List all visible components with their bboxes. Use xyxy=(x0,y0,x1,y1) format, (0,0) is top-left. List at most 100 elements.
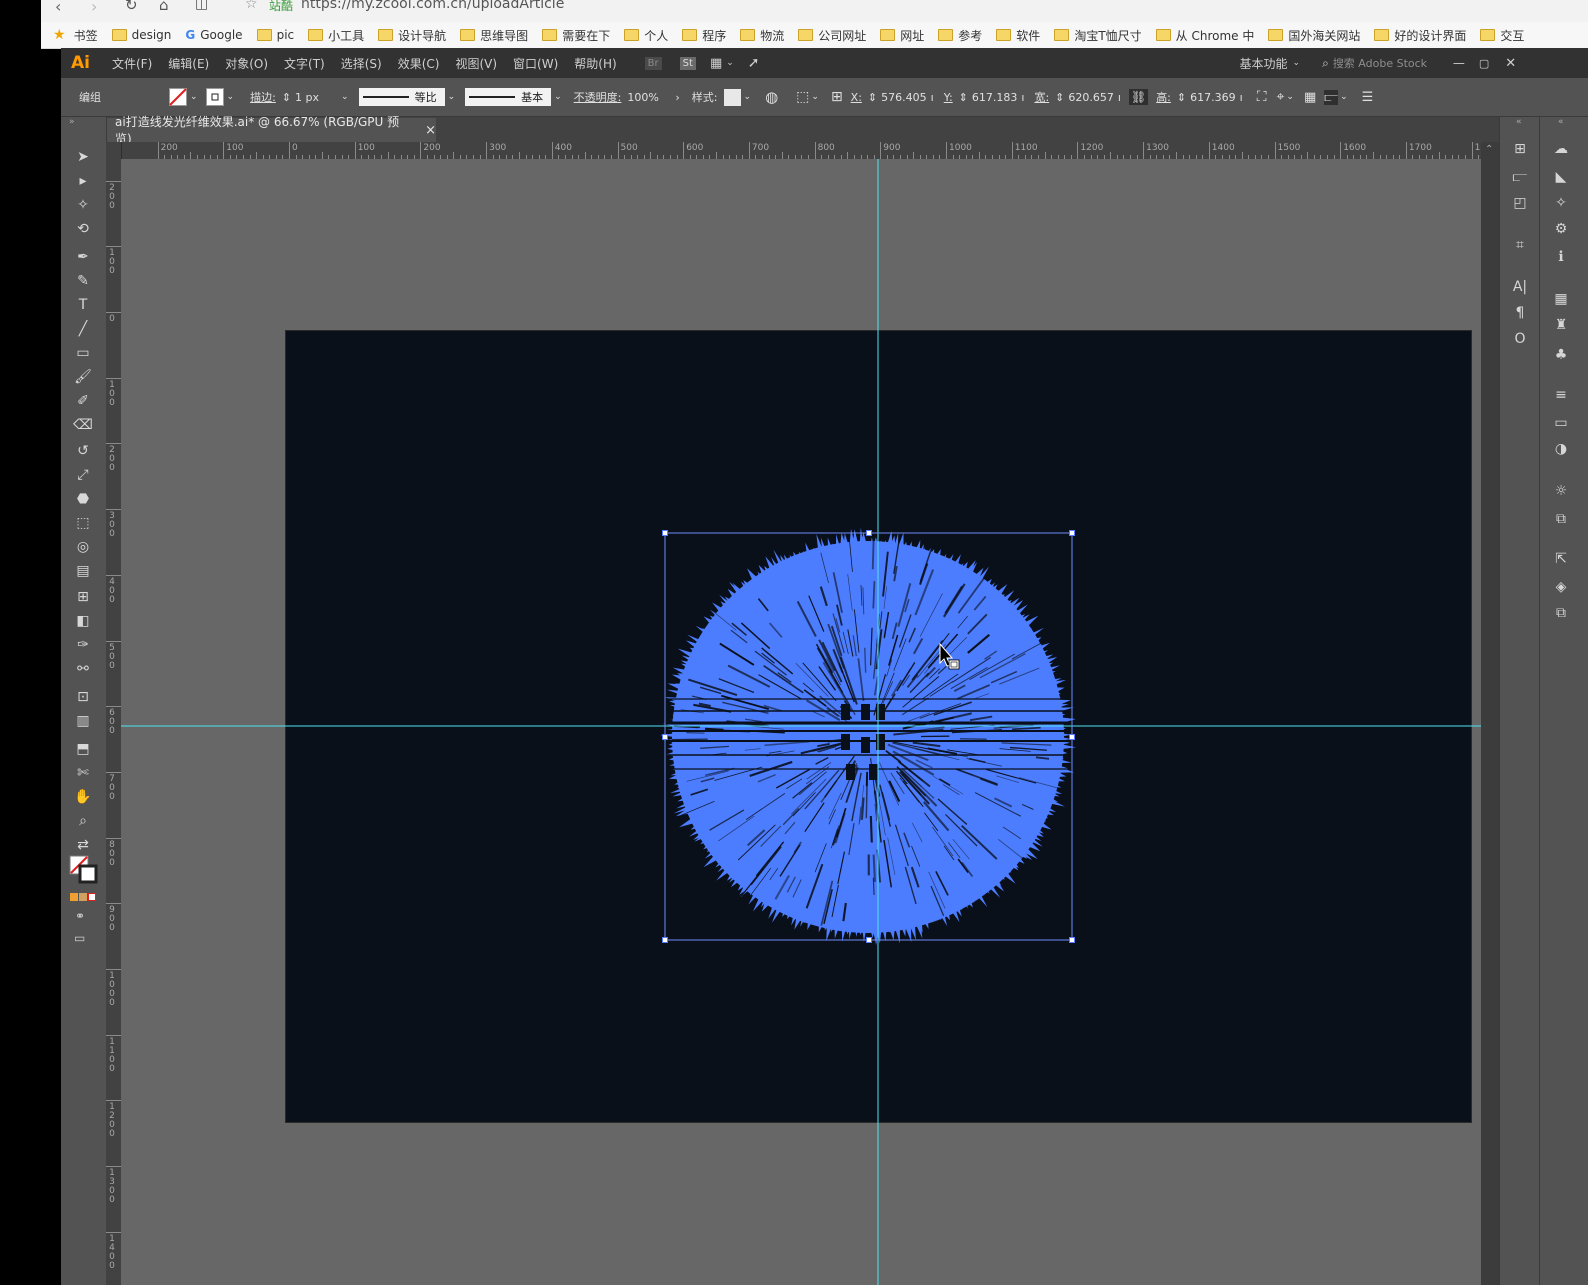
x-field[interactable]: 576.405 xyxy=(881,91,927,104)
paintbrush-tool-icon[interactable]: 🖌 xyxy=(72,367,94,387)
arrange-icon[interactable]: ▦ xyxy=(1304,90,1316,105)
close-tab-icon[interactable]: × xyxy=(425,123,436,138)
bookmark-item[interactable]: 个人 xyxy=(624,27,668,44)
swap-fill-stroke-icon[interactable]: ⇄ xyxy=(72,835,94,855)
forward-icon[interactable]: › xyxy=(91,0,97,16)
collapse-panel-icon[interactable]: « xyxy=(1558,117,1564,127)
shape-builder-tool-icon[interactable]: ◎ xyxy=(72,537,94,557)
fill-stroke-widget[interactable] xyxy=(69,855,98,884)
gradient-mode-icon[interactable] xyxy=(79,893,87,901)
column-graph-tool-icon[interactable]: ▥ xyxy=(72,711,94,731)
reload-icon[interactable]: ↻ xyxy=(125,0,138,14)
bookmark-item[interactable]: 从 Chrome 中 xyxy=(1155,27,1254,44)
resize-handle[interactable] xyxy=(662,734,668,740)
bookmark-item[interactable]: 参考 xyxy=(938,27,982,44)
stroke-swatch[interactable]: ⌄ xyxy=(205,88,234,106)
color-panel-icon[interactable]: ◣ xyxy=(1550,167,1572,187)
menu-item[interactable]: 帮助(H) xyxy=(574,55,616,72)
chevron-down-icon[interactable]: ⌄ xyxy=(811,92,819,102)
stroke-panel-icon[interactable]: ≡ xyxy=(1550,385,1572,405)
symbols-panel-icon[interactable]: ⚙ xyxy=(1550,219,1572,239)
gradient-panel-icon[interactable]: ▭ xyxy=(1550,413,1572,433)
selection-tool-icon[interactable]: ➤ xyxy=(72,147,94,167)
symbol-sprayer-tool-icon[interactable]: ⊡ xyxy=(72,687,94,707)
menu-item[interactable]: 文字(T) xyxy=(284,55,325,72)
back-icon[interactable]: ‹ xyxy=(55,0,61,16)
menu-item[interactable]: 窗口(W) xyxy=(513,55,558,72)
maximize-icon[interactable]: ▢ xyxy=(1479,57,1489,70)
bookmarks-label[interactable]: 书签 xyxy=(74,27,98,44)
vertical-ruler[interactable]: 200 100 0 100 200 300 400 500 600 700 800 900 1000 11… xyxy=(106,142,122,1285)
bookmark-item[interactable]: design xyxy=(111,27,171,44)
menu-item[interactable]: 对象(O) xyxy=(225,55,268,72)
stepper-icon[interactable]: ⇕ xyxy=(1055,91,1064,104)
slice-tool-icon[interactable]: ✄ xyxy=(72,763,94,783)
bridge-button[interactable]: Br xyxy=(644,56,662,70)
arrange-documents-icon[interactable]: ▦ xyxy=(710,56,722,71)
recolor-artwork-icon[interactable]: ◍ xyxy=(765,88,778,106)
reading-icon[interactable]: ◫ xyxy=(195,0,208,12)
symbols-library-icon[interactable]: ♣ xyxy=(1550,345,1572,365)
fill-swatch[interactable]: ⌄ xyxy=(169,88,198,106)
menu-item[interactable]: 效果(C) xyxy=(398,55,440,72)
rotate-tool-icon[interactable]: ↺ xyxy=(72,441,94,461)
url-text[interactable]: https://my.zcool.com.cn/uploadArticle xyxy=(301,0,564,12)
direct-selection-tool-icon[interactable]: ▸ xyxy=(72,171,94,191)
chevron-down-icon[interactable]: ⌄ xyxy=(190,92,198,102)
blob-brush-tool-icon[interactable]: ✐ xyxy=(72,391,94,411)
bookmark-item[interactable]: G Google xyxy=(185,27,242,44)
vertical-scrollbar[interactable]: ⌃ xyxy=(1481,142,1499,1285)
chevron-down-icon[interactable]: ⌄ xyxy=(1286,92,1294,102)
bookmark-item[interactable]: 国外海关网站 xyxy=(1268,27,1360,44)
chevron-down-icon[interactable]: ⌄ xyxy=(554,92,562,102)
transform-icon[interactable]: ⛶ xyxy=(1257,89,1267,105)
color-mode-icon[interactable] xyxy=(70,893,78,901)
resize-handle[interactable] xyxy=(662,530,668,536)
collapse-panel-icon[interactable]: » xyxy=(69,117,75,127)
brush-definition[interactable]: 基本 xyxy=(465,88,552,106)
navigator-panel-icon[interactable]: ⧉ xyxy=(1550,509,1572,529)
workspace-switcher[interactable]: 基本功能 xyxy=(1240,55,1288,72)
menu-item[interactable]: 文件(F) xyxy=(112,55,152,72)
pen-tool-icon[interactable]: ✒ xyxy=(72,247,94,267)
bookmark-item[interactable]: 交互 xyxy=(1480,27,1524,44)
bookmark-item[interactable]: 需要在下 xyxy=(542,27,610,44)
perspective-grid-tool-icon[interactable]: ▤ xyxy=(72,561,94,581)
draw-mode-icon[interactable]: ⚭ xyxy=(75,909,85,923)
resize-handle[interactable] xyxy=(866,937,872,943)
fiber-ball-artwork[interactable] xyxy=(659,527,1077,946)
zoom-tool-icon[interactable]: ⌕ xyxy=(72,811,94,831)
swatches-panel-icon[interactable]: ▦ xyxy=(1550,289,1572,309)
resize-handle[interactable] xyxy=(866,530,872,536)
menu-item[interactable]: 视图(V) xyxy=(455,55,497,72)
none-mode-icon[interactable] xyxy=(88,893,96,901)
bookmark-item[interactable]: pic xyxy=(256,27,294,44)
info-panel-icon[interactable]: ℹ xyxy=(1550,247,1572,267)
minimize-icon[interactable]: — xyxy=(1453,56,1465,70)
stepper-icon[interactable]: ⇕ xyxy=(282,91,291,104)
variable-width-profile[interactable]: 等比 xyxy=(358,88,445,106)
screen-mode-icon[interactable]: ▭ xyxy=(74,931,85,945)
type-tool-icon[interactable]: T xyxy=(72,295,94,315)
menu-item[interactable]: 选择(S) xyxy=(341,55,382,72)
chevron-down-icon[interactable]: ⌄ xyxy=(341,92,349,102)
chevron-down-icon[interactable]: ⌄ xyxy=(448,92,456,102)
bookmark-item[interactable]: 程序 xyxy=(682,27,726,44)
align-to-icon[interactable]: ⬚ xyxy=(796,89,809,105)
paragraph-panel-icon[interactable]: ¶ xyxy=(1509,303,1531,323)
panel-menu-icon[interactable]: ☰ xyxy=(1362,90,1374,105)
horizontal-ruler[interactable]: 200 100 0 100 200 300 400 500 600 700 800 900 1000 11… xyxy=(106,142,1481,160)
color-guide-panel-icon[interactable]: ☁ xyxy=(1550,139,1572,159)
width-field[interactable]: 620.657 xyxy=(1068,91,1114,104)
chevron-down-icon[interactable]: ⌄ xyxy=(726,58,734,68)
free-transform-tool-icon[interactable]: ⬚ xyxy=(72,513,94,533)
eraser-tool-icon[interactable]: ⌫ xyxy=(72,415,94,435)
reference-point-icon[interactable]: ⊞ xyxy=(831,89,843,105)
align-panel-icon[interactable]: ⫍ xyxy=(1324,89,1339,105)
stepper-icon[interactable]: ⇕ xyxy=(1177,91,1186,104)
eyedropper-tool-icon[interactable]: ✑ xyxy=(72,635,94,655)
opacity-label[interactable]: 不透明度: xyxy=(574,89,622,105)
graphic-styles-panel-icon[interactable]: ♜ xyxy=(1550,315,1572,335)
bookmark-item[interactable]: 思维导图 xyxy=(460,27,528,44)
chevron-down-icon[interactable]: ⌄ xyxy=(1293,58,1301,68)
